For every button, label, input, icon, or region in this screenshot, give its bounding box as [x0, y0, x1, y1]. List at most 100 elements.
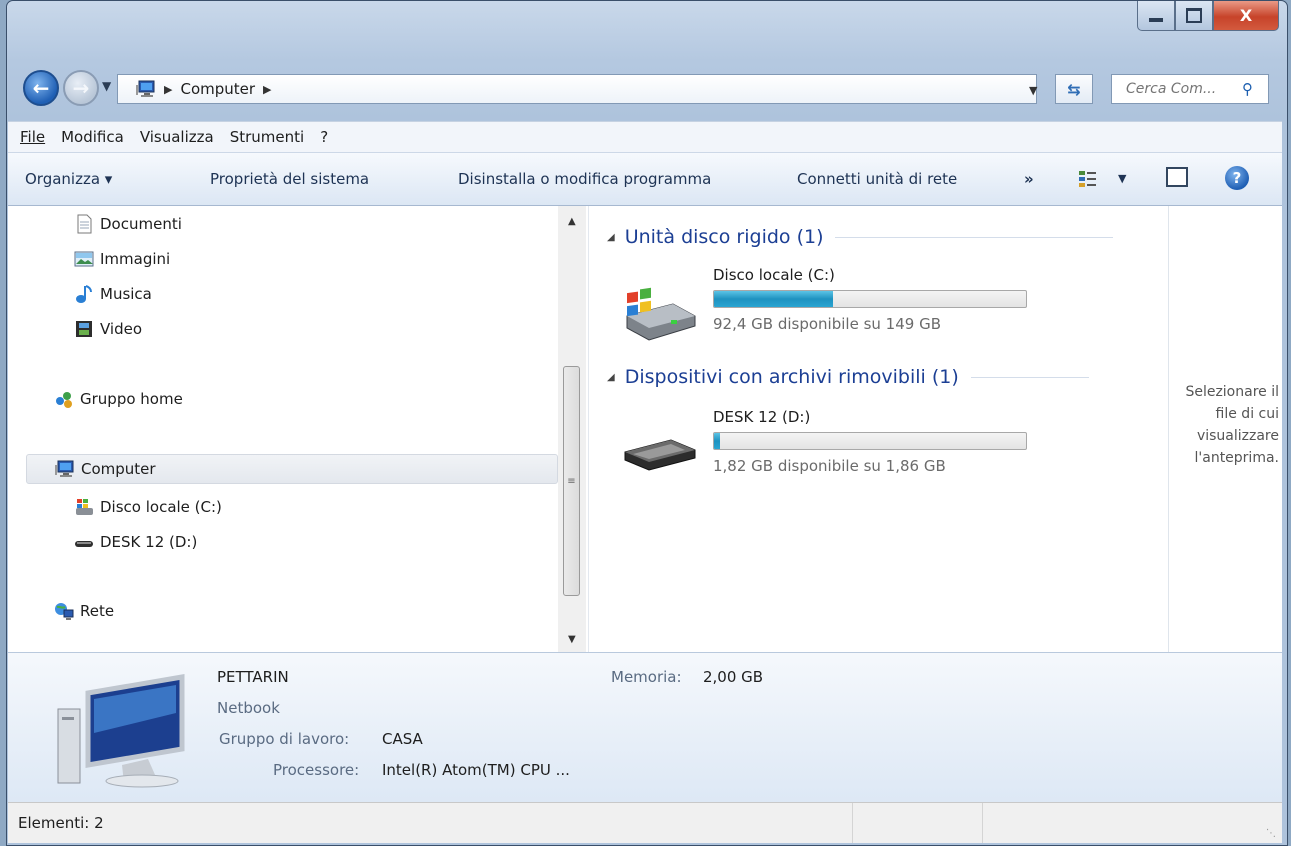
resize-grip-icon[interactable]: ⋱: [1266, 828, 1276, 839]
status-divider: [852, 803, 853, 843]
preview-placeholder-text: Selezionare il file di cui visualizzare …: [1185, 384, 1279, 466]
drive-name: DESK 12 (D:): [713, 408, 811, 426]
collapse-triangle-icon: ◢: [607, 371, 615, 383]
refresh-button[interactable]: ⇆: [1055, 74, 1093, 104]
computer-monitor-icon: [57, 674, 185, 788]
nav-item-documenti[interactable]: Documenti: [74, 209, 182, 239]
command-bar: Organizza ▾ Proprietà del sistema Disins…: [8, 152, 1282, 206]
workgroup-value: CASA: [382, 730, 423, 748]
address-history-dropdown[interactable]: ▼: [1029, 84, 1037, 97]
close-icon: X: [1239, 6, 1253, 25]
main-area: Documenti Immagini Musica Video Gruppo h…: [8, 206, 1282, 652]
grip-icon: ≡: [567, 475, 576, 487]
group-header-label: Dispositivi con archivi rimovibili (1): [624, 366, 959, 388]
menu-visualizza[interactable]: Visualizza: [140, 128, 214, 146]
breadcrumb-computer[interactable]: Computer: [180, 80, 255, 98]
drive-tile-d[interactable]: DESK 12 (D:) 1,82 GB disponibile su 1,86…: [621, 408, 1041, 488]
scroll-up-arrow-icon[interactable]: ▲: [568, 216, 576, 227]
help-icon[interactable]: ?: [1225, 166, 1249, 190]
collapse-triangle-icon: ◢: [607, 231, 615, 243]
computer-icon: [136, 80, 155, 97]
status-bar: Elementi: 2 ⋱: [8, 802, 1282, 843]
details-pane: PETTARIN Netbook Gruppo di lavoro: CASA …: [8, 652, 1282, 803]
drive-usage-bar: [713, 290, 1027, 308]
uninstall-program-button[interactable]: Disinstalla o modifica programma: [458, 170, 711, 188]
menu-help[interactable]: ?: [320, 128, 328, 146]
nav-item-drive-d[interactable]: DESK 12 (D:): [74, 527, 197, 557]
nav-item-drive-c[interactable]: Disco locale (C:): [74, 492, 222, 522]
computer-icon: [55, 460, 74, 477]
back-button[interactable]: ←: [23, 70, 59, 106]
drive-details: DESK 12 (D:) 1,82 GB disponibile su 1,86…: [713, 408, 1033, 488]
scroll-down-arrow-icon[interactable]: ▼: [568, 634, 576, 645]
nav-item-rete[interactable]: Rete: [54, 596, 114, 626]
drive-usage-bar: [713, 432, 1027, 450]
drive-details: Disco locale (C:) 92,4 GB disponibile su…: [713, 266, 1033, 346]
more-commands-button[interactable]: »: [1024, 170, 1034, 188]
search-input[interactable]: [1124, 80, 1228, 98]
recent-pages-dropdown[interactable]: ▼: [102, 79, 111, 93]
breadcrumb-separator-icon[interactable]: ▶: [263, 83, 271, 96]
workgroup-label: Gruppo di lavoro:: [219, 730, 350, 748]
maximize-button[interactable]: [1175, 1, 1213, 31]
nav-item-immagini[interactable]: Immagini: [74, 244, 170, 274]
drive-free-space: 92,4 GB disponibile su 149 GB: [713, 315, 941, 333]
nav-item-musica[interactable]: Musica: [74, 279, 152, 309]
caption-buttons: X: [1137, 1, 1279, 31]
memory-label: Memoria:: [611, 668, 682, 686]
explorer-window: X ← → ▼ ▶ Computer ▶ ▼ ⇆ Cerca Com... ⚲ …: [6, 0, 1288, 846]
view-options-dropdown-icon[interactable]: ▼: [1118, 172, 1126, 185]
nav-item-label: Disco locale (C:): [100, 498, 222, 516]
minimize-button[interactable]: [1137, 1, 1175, 31]
group-header-hdd[interactable]: ◢ Unità disco rigido (1): [607, 226, 1114, 248]
minimize-icon: [1149, 17, 1163, 22]
forward-button[interactable]: →: [63, 70, 99, 106]
refresh-icon: ⇆: [1067, 79, 1081, 99]
menu-bar: File Modifica Visualizza Strumenti ?: [8, 121, 1282, 152]
memory-value: 2,00 GB: [703, 668, 764, 686]
nav-item-video[interactable]: Video: [74, 314, 142, 344]
menu-file[interactable]: File: [20, 128, 45, 146]
navigation-scrollbar[interactable]: ▲ ≡ ▼: [558, 206, 586, 652]
back-arrow-icon: ←: [32, 76, 50, 100]
preview-pane-toggle-icon[interactable]: [1166, 167, 1188, 187]
search-icon[interactable]: ⚲: [1242, 80, 1253, 98]
nav-item-label: Documenti: [100, 215, 182, 233]
group-divider: [835, 236, 1114, 238]
homegroup-icon: [56, 392, 72, 408]
removable-drive-icon: [75, 541, 93, 547]
system-properties-button[interactable]: Proprietà del sistema: [210, 170, 369, 188]
nav-item-gruppo-home[interactable]: Gruppo home: [54, 384, 183, 414]
navigation-pane: Documenti Immagini Musica Video Gruppo h…: [8, 206, 558, 652]
close-button[interactable]: X: [1213, 1, 1279, 31]
nav-item-label: Rete: [80, 602, 115, 620]
processor-value: Intel(R) Atom(TM) CPU ...: [382, 761, 570, 779]
nav-item-computer[interactable]: Computer: [26, 454, 558, 484]
drive-name: Disco locale (C:): [713, 266, 835, 284]
nav-item-label: Musica: [100, 285, 152, 303]
windows-drive-icon: [76, 499, 93, 515]
address-bar[interactable]: ▶ Computer ▶: [117, 74, 1037, 104]
maximize-icon: [1186, 8, 1202, 23]
address-row: ← → ▼ ▶ Computer ▶ ▼ ⇆ ⚲: [7, 64, 1287, 114]
music-note-icon: [76, 285, 92, 303]
menu-strumenti[interactable]: Strumenti: [230, 128, 304, 146]
scrollbar-thumb[interactable]: ≡: [563, 366, 580, 596]
breadcrumb-separator-icon[interactable]: ▶: [164, 83, 172, 96]
drive-usage-fill: [714, 291, 833, 307]
map-network-drive-button[interactable]: Connetti unità di rete: [797, 170, 957, 188]
document-icon: [77, 214, 92, 234]
organize-button[interactable]: Organizza ▾: [25, 170, 112, 188]
drive-tile-c[interactable]: Disco locale (C:) 92,4 GB disponibile su…: [621, 266, 1041, 346]
change-view-icon[interactable]: [1078, 169, 1098, 189]
nav-item-label: Computer: [81, 460, 156, 478]
drive-free-space: 1,82 GB disponibile su 1,86 GB: [713, 457, 946, 475]
search-box[interactable]: ⚲: [1111, 74, 1269, 104]
removable-drive-icon: [624, 439, 696, 471]
content-pane: ◢ Unità disco rigido (1) Disco locale (C…: [588, 206, 1167, 652]
group-header-removable[interactable]: ◢ Dispositivi con archivi rimovibili (1): [607, 366, 1089, 388]
video-film-icon: [76, 321, 92, 337]
item-count: Elementi: 2: [18, 814, 104, 832]
nav-item-label: Immagini: [100, 250, 171, 268]
menu-modifica[interactable]: Modifica: [61, 128, 124, 146]
